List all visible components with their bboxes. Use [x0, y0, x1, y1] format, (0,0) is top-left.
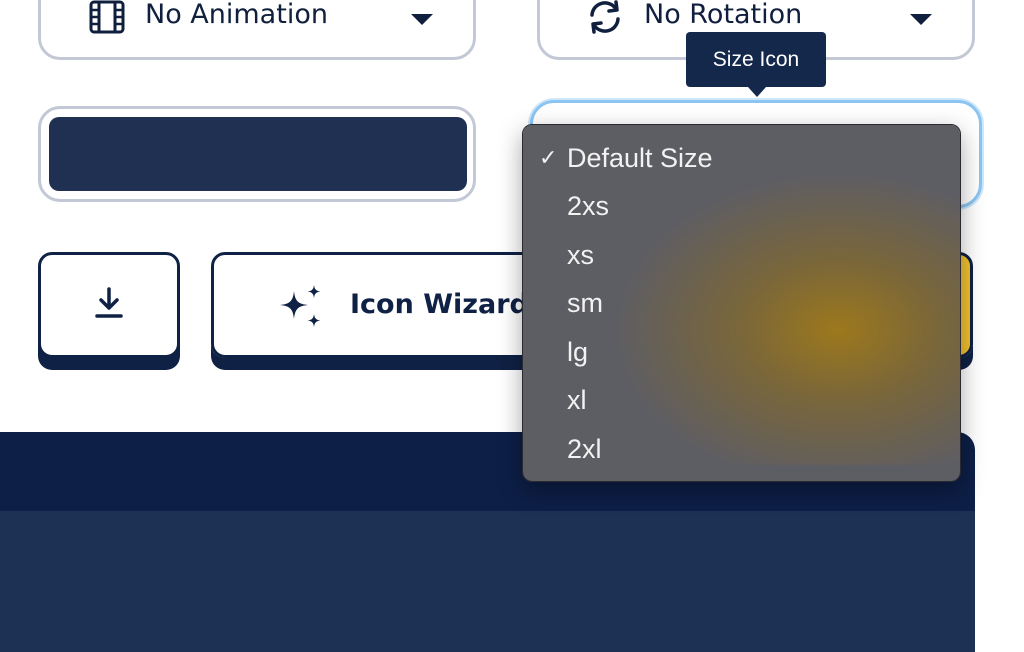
size-option-label: 2xl: [567, 433, 602, 464]
size-option-label: lg: [567, 336, 589, 367]
color-field[interactable]: [38, 106, 476, 202]
size-icon-tooltip: Size Icon: [686, 32, 826, 97]
checkmark-icon: ✓: [539, 145, 558, 170]
size-option-2xl[interactable]: 2xl: [523, 425, 960, 473]
chevron-down-icon: [411, 14, 433, 25]
color-swatch[interactable]: [49, 117, 467, 191]
download-icon: [92, 285, 126, 325]
icon-wizard-label: Icon Wizard: [350, 289, 529, 320]
rotate-icon: [586, 0, 624, 35]
size-option-label: sm: [567, 287, 603, 318]
rotation-select-label: No Rotation: [644, 0, 803, 30]
chevron-down-icon: [910, 14, 932, 25]
size-option-sm[interactable]: sm: [523, 279, 960, 327]
size-option-xs[interactable]: xs: [523, 231, 960, 279]
animation-select[interactable]: No Animation: [38, 0, 476, 60]
size-option-xl[interactable]: xl: [523, 376, 960, 424]
size-option-lg[interactable]: lg: [523, 328, 960, 376]
animation-select-label: No Animation: [145, 0, 328, 30]
size-option-label: 2xs: [567, 190, 610, 221]
size-dropdown-menu[interactable]: ✓ Default Size 2xs xs sm lg xl 2xl: [522, 124, 961, 482]
size-option-label: xl: [567, 384, 587, 415]
size-option-default[interactable]: ✓ Default Size: [523, 134, 960, 182]
size-option-label: Default Size: [567, 142, 713, 173]
download-button[interactable]: [38, 252, 180, 358]
size-option-2xs[interactable]: 2xs: [523, 182, 960, 230]
sparkles-icon: [276, 283, 326, 335]
size-option-label: xs: [567, 239, 594, 270]
tooltip-text: Size Icon: [712, 47, 800, 71]
preview-panel-body: [0, 511, 975, 652]
film-icon: [89, 0, 125, 34]
